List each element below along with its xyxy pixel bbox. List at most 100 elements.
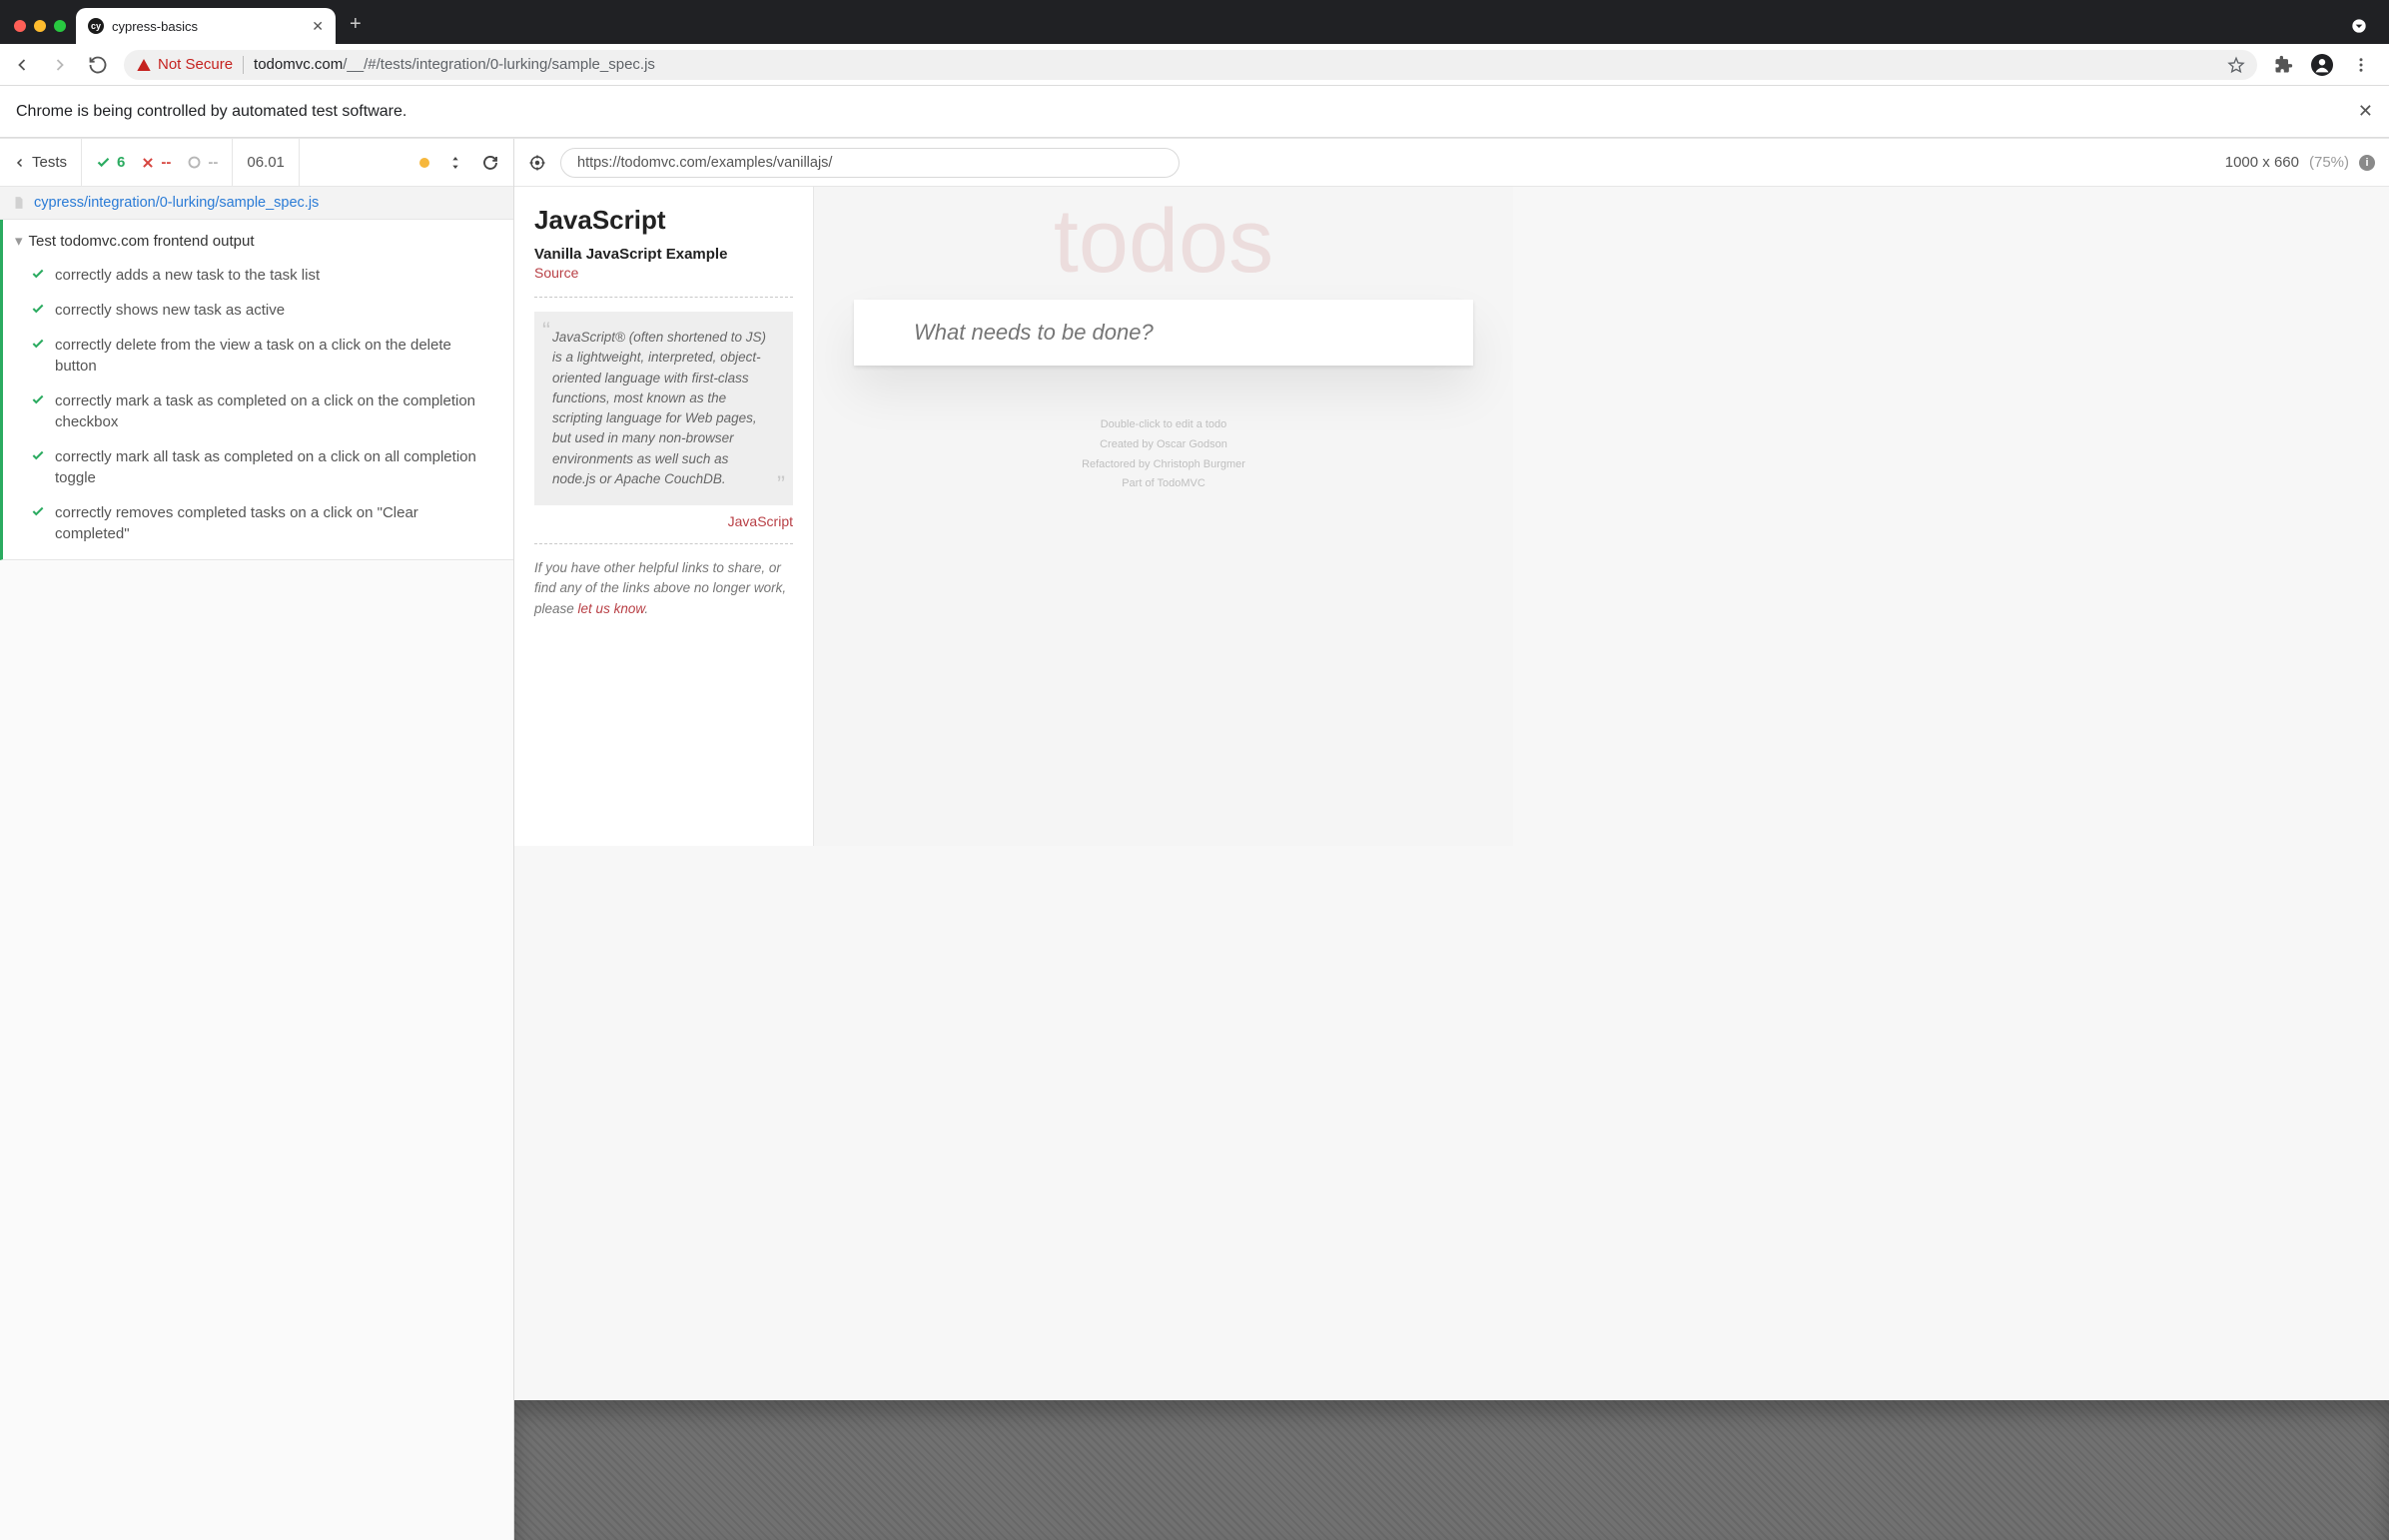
circle-icon — [187, 155, 202, 170]
todo-app: todos Double-click to edit a todo Create… — [814, 187, 1513, 846]
address-bar[interactable]: Not Secure todomvc.com/__/#/tests/integr… — [124, 50, 2257, 80]
passed-count: 6 — [96, 154, 125, 171]
aut-meta: 1000 x 660 (75%) i — [2225, 154, 2375, 171]
aside-footnote: If you have other helpful links to share… — [534, 558, 793, 619]
new-todo-input[interactable] — [854, 300, 1473, 366]
pending-count: -- — [187, 154, 218, 171]
new-todo-box — [854, 300, 1473, 366]
caret-down-icon: ▾ — [15, 232, 23, 250]
footer-created: Created by Oscar Godson — [814, 435, 1513, 455]
tab-title: cypress-basics — [112, 19, 304, 34]
aut-content: JavaScript Vanilla JavaScript Example So… — [514, 187, 1513, 846]
elapsed-time: 06.01 — [233, 139, 300, 186]
infobar-message: Chrome is being controlled by automated … — [16, 103, 406, 121]
aut-viewport: JavaScript Vanilla JavaScript Example So… — [514, 187, 2389, 1540]
test-name: correctly adds a new task to the task li… — [55, 265, 495, 286]
viewport-scale: (75%) — [2309, 154, 2349, 171]
test-item[interactable]: correctly delete from the view a task on… — [3, 328, 513, 384]
close-window-icon[interactable] — [14, 20, 26, 32]
app-title: todos — [814, 187, 1513, 294]
suite-title-row[interactable]: ▾ Test todomvc.com frontend output — [3, 224, 513, 256]
check-icon — [31, 337, 45, 377]
divider — [534, 543, 793, 544]
tests-list: correctly adds a new task to the task li… — [3, 256, 513, 551]
separator — [243, 56, 244, 74]
footer-refactored: Refactored by Christoph Burgmer — [814, 455, 1513, 475]
tab-close-icon[interactable]: ✕ — [312, 18, 324, 35]
test-name: correctly removes completed tasks on a c… — [55, 502, 495, 544]
profile-icon[interactable] — [2311, 54, 2333, 76]
project-link[interactable]: TodoMVC — [1157, 477, 1204, 489]
test-item[interactable]: correctly mark all task as completed on … — [3, 439, 513, 495]
spec-path-row[interactable]: cypress/integration/0-lurking/sample_spe… — [0, 187, 513, 220]
check-icon — [31, 504, 45, 544]
maximize-window-icon[interactable] — [54, 20, 66, 32]
info-icon[interactable]: i — [2359, 155, 2375, 171]
browser-tab[interactable]: cy cypress-basics ✕ — [76, 8, 336, 44]
tab-favicon-icon: cy — [88, 18, 104, 34]
extensions-icon[interactable] — [2271, 53, 2295, 77]
author-link[interactable]: Oscar Godson — [1157, 438, 1227, 450]
check-icon — [31, 448, 45, 488]
aside-subtitle: Vanilla JavaScript Example — [534, 246, 793, 263]
url-text: todomvc.com/__/#/tests/integration/0-lur… — [254, 56, 655, 73]
reload-button[interactable] — [86, 53, 110, 77]
refactorer-link[interactable]: Christoph Burgmer — [1154, 458, 1245, 470]
infobar-close-icon[interactable]: ✕ — [2358, 101, 2373, 122]
test-item[interactable]: correctly shows new task as active — [3, 293, 513, 328]
check-icon — [31, 302, 45, 321]
reporter-panel: Tests 6 -- -- 06.01 — [0, 139, 514, 1540]
aut-url[interactable]: https://todomvc.com/examples/vanillajs/ — [560, 148, 1180, 178]
suite-title: Test todomvc.com frontend output — [29, 233, 255, 250]
reporter-controls — [405, 139, 513, 186]
tabs-overflow-icon[interactable] — [2337, 18, 2381, 44]
chevron-left-icon — [14, 157, 26, 169]
browser-tab-strip: cy cypress-basics ✕ + — [0, 0, 2389, 44]
quote-box: JavaScript® (often shortened to JS) is a… — [534, 312, 793, 505]
back-button[interactable] — [10, 53, 34, 77]
status-indicator-icon — [419, 158, 429, 168]
stats-group: 6 -- -- — [82, 139, 233, 186]
forward-button[interactable] — [48, 53, 72, 77]
window-controls — [8, 20, 76, 44]
new-tab-button[interactable]: + — [336, 13, 376, 44]
cypress-runner: Tests 6 -- -- 06.01 — [0, 138, 2389, 1540]
reporter-header: Tests 6 -- -- 06.01 — [0, 139, 513, 187]
viewport-size: 1000 x 660 — [2225, 154, 2299, 171]
aut-below-fold-strip — [514, 1400, 2389, 1540]
test-name: correctly mark a task as completed on a … — [55, 390, 495, 432]
tests-back-button[interactable]: Tests — [0, 139, 82, 186]
divider — [534, 297, 793, 298]
aut-header: https://todomvc.com/examples/vanillajs/ … — [514, 139, 2389, 187]
todomvc-aside: JavaScript Vanilla JavaScript Example So… — [514, 187, 814, 846]
file-icon — [12, 196, 26, 210]
minimize-window-icon[interactable] — [34, 20, 46, 32]
test-item[interactable]: correctly adds a new task to the task li… — [3, 258, 513, 293]
quote-source-link[interactable]: JavaScript — [534, 513, 793, 529]
browser-toolbar: Not Secure todomvc.com/__/#/tests/integr… — [0, 44, 2389, 86]
aut-panel: https://todomvc.com/examples/vanillajs/ … — [514, 139, 2389, 1540]
check-icon — [96, 155, 111, 170]
test-suite: ▾ Test todomvc.com frontend output corre… — [0, 220, 513, 560]
failed-count: -- — [141, 154, 171, 171]
source-link[interactable]: Source — [534, 265, 793, 281]
selector-playground-button[interactable] — [528, 154, 546, 172]
todo-footer: Double-click to edit a todo Created by O… — [814, 415, 1513, 494]
check-icon — [31, 267, 45, 286]
security-status[interactable]: Not Secure — [136, 56, 233, 73]
let-us-know-link[interactable]: let us know — [578, 601, 645, 616]
footer-hint: Double-click to edit a todo — [814, 415, 1513, 435]
aside-title: JavaScript — [534, 205, 793, 236]
rerun-button[interactable] — [481, 154, 499, 172]
test-item[interactable]: correctly mark a task as completed on a … — [3, 384, 513, 439]
bookmark-icon[interactable] — [2227, 56, 2245, 74]
x-icon — [141, 156, 155, 170]
automation-infobar: Chrome is being controlled by automated … — [0, 86, 2389, 138]
spec-path-link[interactable]: cypress/integration/0-lurking/sample_spe… — [34, 195, 319, 211]
test-name: correctly shows new task as active — [55, 300, 495, 321]
test-item[interactable]: correctly removes completed tasks on a c… — [3, 495, 513, 551]
test-name: correctly delete from the view a task on… — [55, 335, 495, 377]
scroll-toggle-button[interactable] — [447, 155, 463, 171]
not-secure-label: Not Secure — [158, 56, 233, 73]
menu-icon[interactable] — [2349, 53, 2373, 77]
